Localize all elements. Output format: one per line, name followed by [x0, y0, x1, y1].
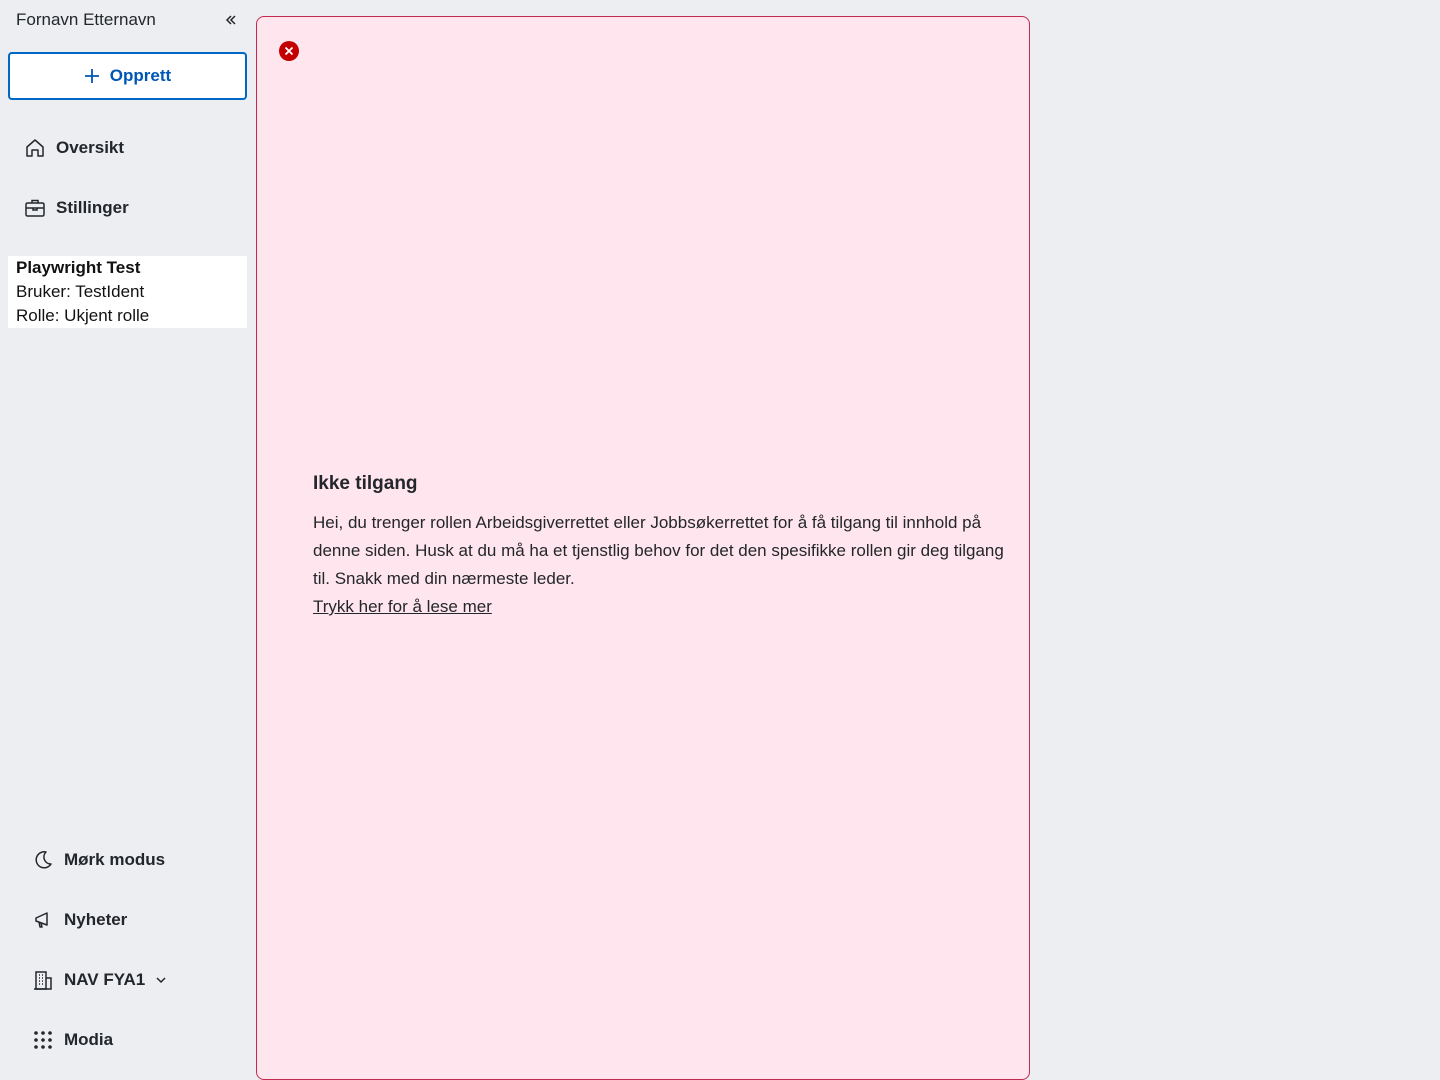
- moon-icon: [35, 851, 52, 869]
- building-icon: [34, 971, 52, 990]
- nav-item-label: Oversikt: [56, 138, 125, 157]
- dark-mode-label: Mørk modus: [64, 850, 166, 869]
- unit-label: NAV FYA1: [64, 970, 146, 989]
- error-panel: Ikke tilgang Hei, du trenger rollen Arbe…: [256, 16, 1030, 1080]
- create-button[interactable]: Opprett: [8, 52, 247, 100]
- sidebar: Fornavn Etternavn Opprett Oversikt Still…: [0, 0, 256, 1080]
- collapse-sidebar-button[interactable]: [222, 11, 240, 29]
- dark-mode-toggle[interactable]: Mørk modus: [24, 838, 240, 882]
- info-role: Rolle: Ukjent rolle: [16, 306, 150, 325]
- error-message: Ikke tilgang Hei, du trenger rollen Arbe…: [313, 473, 1013, 621]
- nav-item-oversikt[interactable]: Oversikt: [16, 126, 240, 170]
- double-chevron-left-icon: [225, 15, 236, 25]
- error-heading: Ikke tilgang: [313, 473, 418, 494]
- user-row: Fornavn Etternavn: [16, 8, 240, 32]
- plus-icon: [84, 69, 99, 83]
- unit-selector[interactable]: NAV FYA1: [24, 958, 240, 1002]
- error-body: Hei, du trenger rollen Arbeidsgiverrette…: [313, 513, 1004, 588]
- home-icon: [26, 139, 44, 157]
- modia-label: Modia: [64, 1030, 114, 1049]
- news-button[interactable]: Nyheter: [24, 898, 240, 942]
- briefcase-icon: [25, 199, 45, 217]
- user-name: Fornavn Etternavn: [16, 10, 156, 29]
- news-label: Nyheter: [64, 910, 128, 929]
- nav-item-stillinger[interactable]: Stillinger: [16, 186, 240, 230]
- user-info-box: Playwright Test Bruker: TestIdent Rolle:…: [8, 256, 247, 328]
- read-more-link[interactable]: Trykk her for å lese mer: [313, 597, 492, 616]
- info-user: Bruker: TestIdent: [16, 282, 145, 301]
- grid-icon: [34, 1031, 52, 1049]
- create-button-label: Opprett: [109, 66, 172, 85]
- megaphone-icon: [35, 912, 48, 928]
- modia-apps-button[interactable]: Modia: [24, 1018, 240, 1062]
- chevron-down-icon: [156, 977, 166, 984]
- error-icon: [279, 41, 299, 61]
- info-title: Playwright Test: [16, 258, 141, 277]
- nav-item-label: Stillinger: [56, 198, 129, 217]
